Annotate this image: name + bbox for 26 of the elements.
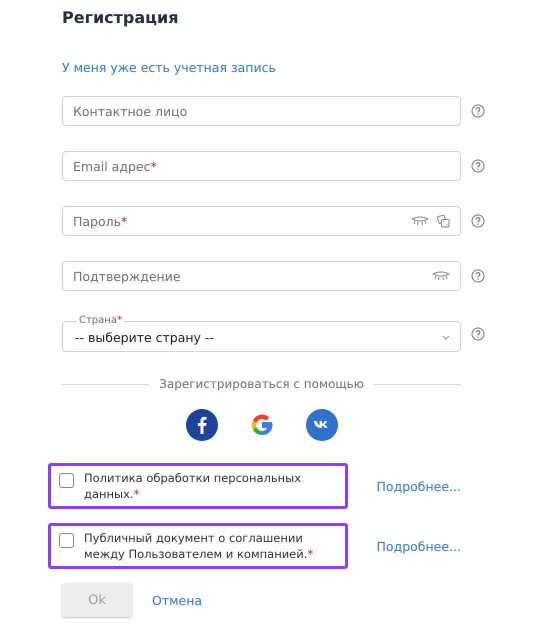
closed-eye-icon[interactable]: [411, 216, 429, 226]
help-icon[interactable]: [471, 327, 485, 341]
details-link[interactable]: Подробнее...: [376, 478, 461, 494]
checkbox[interactable]: [59, 473, 74, 488]
input-field[interactable]: Email адрес*: [62, 151, 461, 181]
page-title: Регистрация: [62, 8, 180, 27]
password-field[interactable]: Подтверждение: [62, 261, 461, 291]
input-field[interactable]: Контактное лицо: [62, 96, 461, 126]
social-caption: Зарегистрироваться с помощью: [62, 377, 461, 391]
closed-eye-icon[interactable]: [432, 271, 450, 281]
help-icon[interactable]: [471, 159, 485, 173]
cancel-link[interactable]: Отмена: [152, 592, 202, 608]
agreement-text: Публичный документ о соглашении между Пользователем и компанией.*: [84, 530, 314, 562]
facebook-icon[interactable]: [186, 409, 218, 441]
dice-icon[interactable]: [437, 214, 450, 228]
country-select[interactable]: Страна* -- выберите страну --: [62, 316, 461, 352]
help-icon[interactable]: [471, 104, 485, 118]
help-icon[interactable]: [471, 269, 485, 283]
agreement-text: Политика обработки персональных данных.*: [84, 470, 302, 502]
vk-icon[interactable]: [306, 409, 338, 441]
chevron-down-icon: [442, 335, 450, 340]
checkbox[interactable]: [59, 533, 74, 548]
help-icon[interactable]: [471, 214, 485, 228]
details-link[interactable]: Подробнее...: [376, 538, 461, 554]
login-link[interactable]: У меня уже есть учетная запись: [62, 60, 276, 75]
password-field[interactable]: Пароль*: [62, 206, 461, 236]
